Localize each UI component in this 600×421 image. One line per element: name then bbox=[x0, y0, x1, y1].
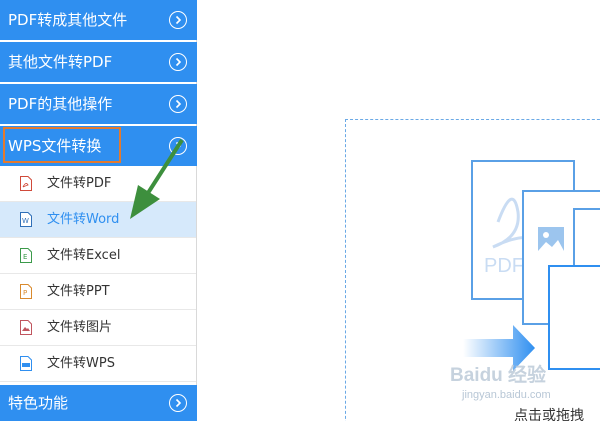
sub-item-label: 文件转PPT bbox=[47, 284, 110, 299]
category-special-features[interactable]: 特色功能 bbox=[0, 385, 197, 421]
sub-item-label: 文件转PDF bbox=[47, 176, 112, 191]
pdf-file-icon bbox=[20, 176, 32, 191]
wps-file-icon bbox=[20, 356, 32, 371]
excel-file-icon: E bbox=[20, 248, 32, 263]
svg-text:E: E bbox=[23, 253, 27, 261]
category-label: 其他文件转PDF bbox=[8, 53, 113, 71]
chevron-right-icon bbox=[169, 11, 187, 29]
word-file-icon: W bbox=[20, 212, 32, 227]
watermark-url: jingyan.baidu.com bbox=[462, 389, 551, 401]
watermark-logo: Baidu 经验 bbox=[450, 365, 547, 386]
category-label: 特色功能 bbox=[8, 394, 69, 412]
image-file-icon bbox=[20, 320, 32, 335]
sub-item-file-to-ppt[interactable]: P 文件转PPT bbox=[0, 274, 196, 310]
sub-item-file-to-excel[interactable]: E 文件转Excel bbox=[0, 238, 196, 274]
pdf-illustration-label: PDF bbox=[484, 255, 524, 277]
document-card bbox=[573, 208, 600, 268]
annotation-arrow-icon bbox=[130, 138, 184, 219]
category-other-to-pdf[interactable]: 其他文件转PDF bbox=[0, 42, 197, 82]
highlight-annotation-box bbox=[3, 127, 121, 163]
chevron-right-icon bbox=[169, 95, 187, 113]
drop-zone-hint: 点击或拖拽 bbox=[514, 408, 584, 421]
category-pdf-other-ops[interactable]: PDF的其他操作 bbox=[0, 84, 197, 124]
sub-item-label: 文件转Excel bbox=[47, 248, 121, 263]
ppt-file-icon: P bbox=[20, 284, 32, 299]
category-label: PDF转成其他文件 bbox=[8, 11, 128, 29]
output-document-card bbox=[548, 265, 600, 370]
svg-text:P: P bbox=[23, 289, 27, 297]
chevron-right-icon bbox=[169, 394, 187, 412]
category-label: PDF的其他操作 bbox=[8, 95, 113, 113]
category-pdf-to-other[interactable]: PDF转成其他文件 bbox=[0, 0, 197, 40]
chevron-right-icon bbox=[169, 53, 187, 71]
sub-item-file-to-image[interactable]: 文件转图片 bbox=[0, 310, 196, 346]
sub-item-file-to-wps[interactable]: 文件转WPS bbox=[0, 346, 196, 382]
sub-item-label: 文件转Word bbox=[47, 212, 120, 227]
sub-item-label: 文件转WPS bbox=[47, 356, 115, 371]
sub-item-label: 文件转图片 bbox=[47, 320, 113, 335]
svg-text:W: W bbox=[22, 217, 29, 225]
